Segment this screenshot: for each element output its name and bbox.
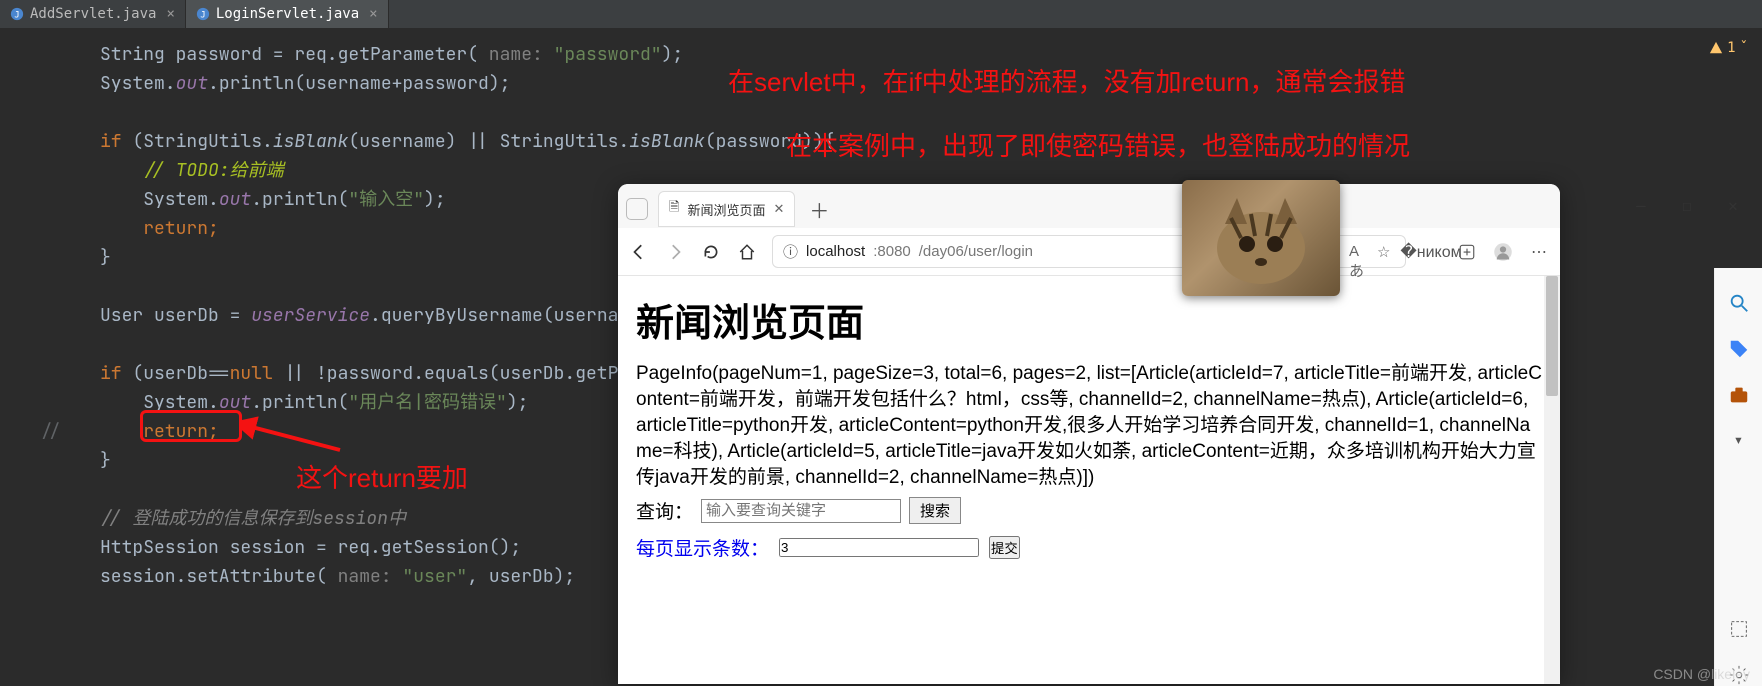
browser-tab[interactable]: 🗎 新闻浏览页面 ✕ [658, 191, 795, 227]
forward-button[interactable] [664, 241, 686, 263]
tab-addservlet[interactable]: J AddServlet.java × [0, 0, 186, 28]
home-button[interactable] [736, 241, 758, 263]
browser-tabstrip: 🗎 新闻浏览页面 ✕ ＋ [618, 184, 1560, 228]
java-file-icon: J [10, 7, 24, 21]
svg-text:J: J [200, 11, 205, 21]
star-icon[interactable]: ☆ [1377, 243, 1395, 261]
close-icon[interactable]: × [166, 6, 174, 22]
annotation-text: 这个return要加 [296, 458, 468, 495]
perpage-label: 每页显示条数： [636, 534, 769, 561]
reader-icon[interactable]: Aあ [1349, 243, 1367, 261]
tab-label: AddServlet.java [30, 6, 156, 22]
edge-sidebar: ▾ [1714, 268, 1762, 686]
favorites-icon[interactable]: �ником [1420, 241, 1442, 263]
maximize-button[interactable]: ☐ [1664, 186, 1710, 224]
cat-image [1182, 180, 1340, 296]
url-path: /day06/user/login [919, 243, 1033, 260]
search-label: 查询： [636, 497, 693, 524]
new-tab-button[interactable]: ＋ [801, 195, 837, 224]
minimize-button[interactable]: — [1618, 186, 1664, 224]
close-icon[interactable]: × [369, 6, 377, 22]
tab-label: LoginServlet.java [216, 6, 359, 22]
url-port: :8080 [873, 243, 911, 260]
chevron-down-icon[interactable]: ▾ [1734, 430, 1744, 449]
java-file-icon: J [196, 7, 210, 21]
site-info-icon[interactable]: ⓘ [783, 241, 798, 262]
annotation-text: 在本案例中，出现了即使密码错误，也登陆成功的情况 [786, 126, 1410, 163]
window-controls: — ☐ ✕ [1618, 186, 1756, 224]
screenshot-icon[interactable] [1728, 618, 1750, 640]
refresh-button[interactable] [700, 241, 722, 263]
svg-text:J: J [14, 11, 19, 21]
perpage-input[interactable] [779, 538, 979, 557]
tag-icon[interactable] [1728, 338, 1750, 360]
close-icon[interactable]: ✕ [773, 201, 784, 217]
submit-button[interactable]: 提交 [989, 536, 1020, 559]
scrollbar[interactable] [1544, 276, 1560, 684]
tab-actions-icon[interactable] [626, 198, 648, 220]
profile-icon[interactable] [1492, 241, 1514, 263]
menu-icon[interactable]: ⋯ [1528, 241, 1550, 263]
page-title: 新闻浏览页面 [636, 292, 1542, 347]
back-button[interactable] [628, 241, 650, 263]
browser-viewport[interactable]: 新闻浏览页面 PageInfo(pageNum=1, pageSize=3, t… [618, 276, 1560, 684]
page-body-text: PageInfo(pageNum=1, pageSize=3, total=6,… [636, 361, 1542, 491]
gutter-comment-mark: // [40, 417, 62, 446]
search-row: 查询： 搜索 [636, 497, 1542, 524]
search-icon[interactable] [1728, 292, 1750, 314]
editor-tabs: J AddServlet.java × J LoginServlet.java … [0, 0, 1762, 28]
tab-loginservlet[interactable]: J LoginServlet.java × [186, 0, 389, 28]
collections-icon[interactable] [1456, 241, 1478, 263]
search-input[interactable] [701, 499, 901, 523]
browser-tab-title: 新闻浏览页面 [687, 200, 765, 219]
watermark: CSDN @likeley [1653, 666, 1750, 682]
scrollbar-thumb[interactable] [1546, 276, 1558, 396]
url-host: localhost [806, 243, 865, 260]
perpage-row: 每页显示条数： 提交 [636, 534, 1542, 561]
address-actions: Aあ ☆ [1349, 243, 1395, 261]
search-button[interactable]: 搜索 [909, 497, 961, 524]
page-icon: 🗎 [669, 198, 679, 220]
toolbox-icon[interactable] [1728, 384, 1750, 406]
browser-toolbar: ⓘ localhost :8080/day06/user/login Aあ ☆ �… [618, 228, 1560, 276]
annotation-text: 在servlet中，在if中处理的流程，没有加return，通常会报错 [728, 62, 1406, 99]
close-button[interactable]: ✕ [1710, 186, 1756, 224]
browser-window: 🗎 新闻浏览页面 ✕ ＋ ⓘ localhost :8080/day06/user… [618, 184, 1560, 684]
